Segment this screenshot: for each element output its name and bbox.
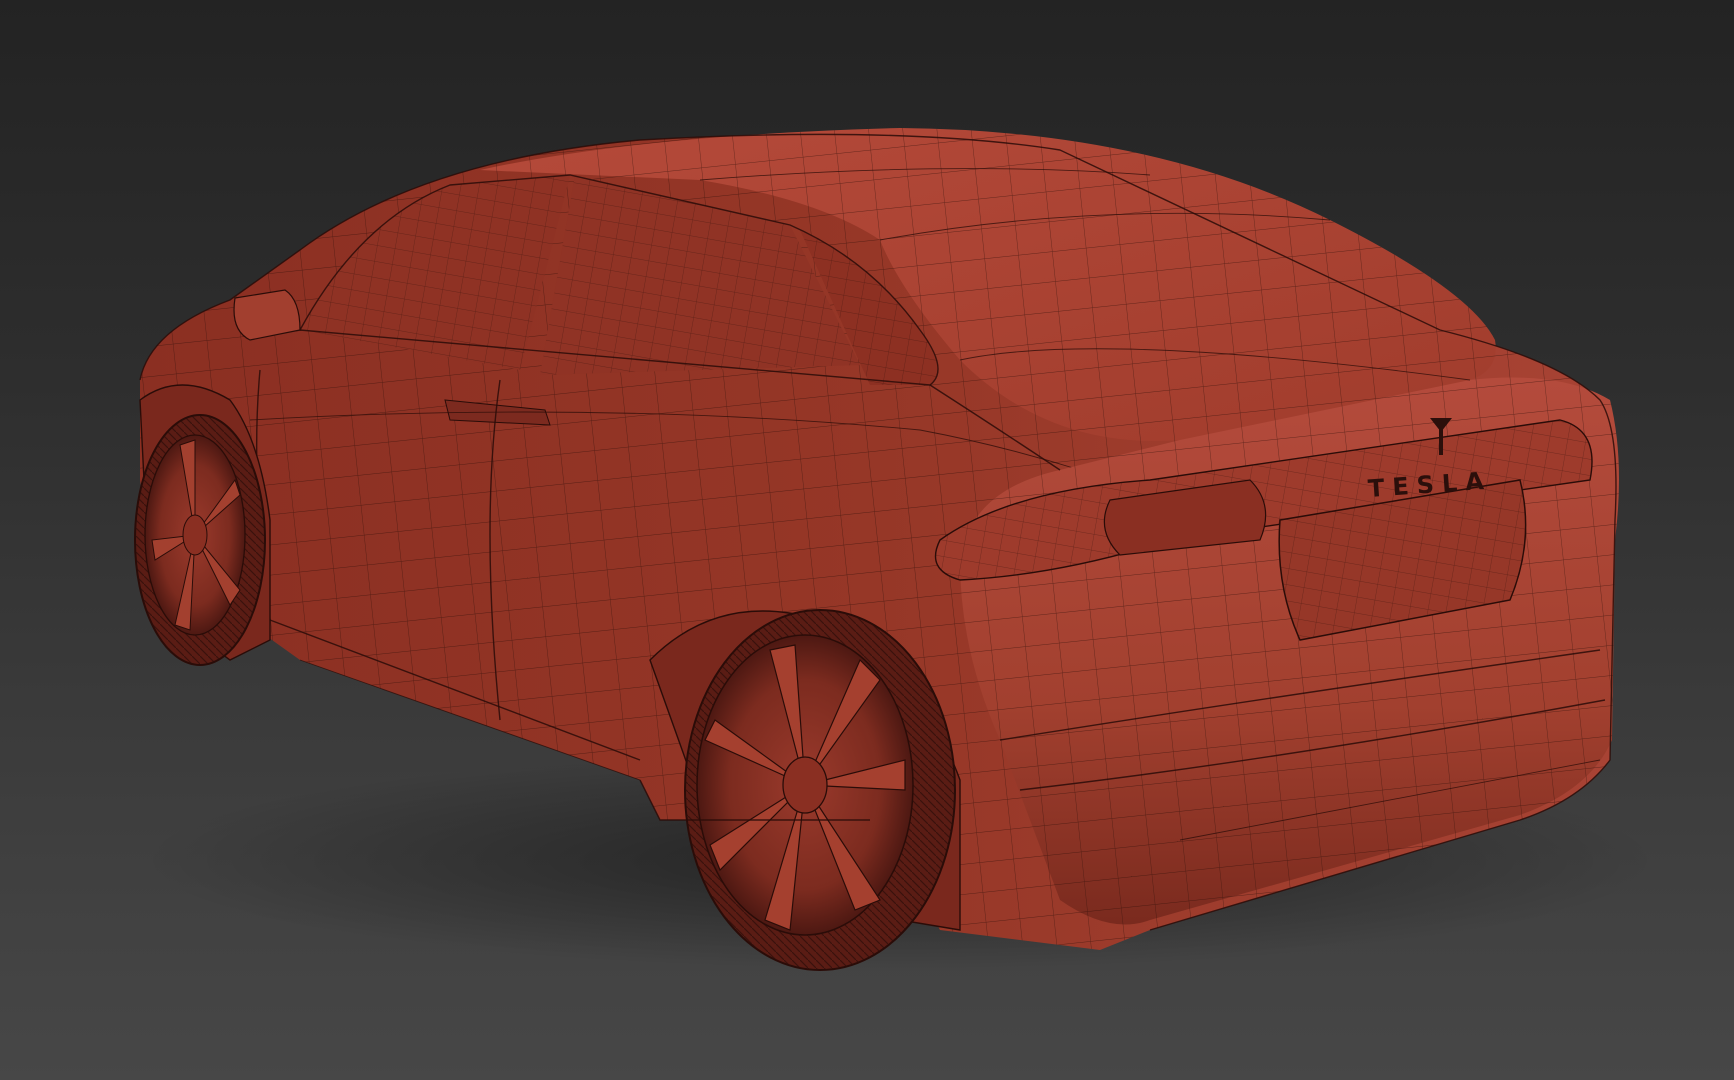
front-wheel bbox=[134, 414, 266, 666]
car-model-render: TESLA bbox=[134, 128, 1660, 971]
side-mirror bbox=[233, 289, 301, 341]
3d-viewport[interactable]: TESLA bbox=[0, 0, 1734, 1080]
rear-wheel bbox=[684, 609, 956, 971]
